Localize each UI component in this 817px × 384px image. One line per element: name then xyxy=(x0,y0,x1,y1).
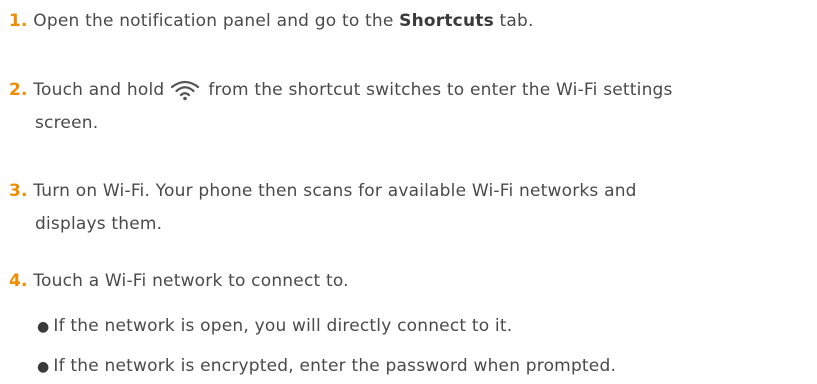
step-number: 2. xyxy=(9,80,28,100)
bullet-icon: ● xyxy=(37,319,50,335)
step-4: 4. Touch a Wi-Fi network to connect to. xyxy=(9,270,349,292)
bullet-item: ● If the network is open, you will direct… xyxy=(37,315,512,338)
step-3-continuation: displays them. xyxy=(35,214,163,234)
step-2-continuation: screen. xyxy=(35,113,99,133)
step-text: Touch a Wi-Fi network to connect to. xyxy=(33,271,349,291)
bullet-item: ● If the network is encrypted, enter the … xyxy=(37,355,616,378)
bullet-icon: ● xyxy=(37,359,50,375)
step-text: from the shortcut switches to enter the … xyxy=(208,80,673,100)
bullet-text: If the network is encrypted, enter the p… xyxy=(53,356,617,376)
wifi-icon xyxy=(171,80,200,101)
step-number: 1. xyxy=(9,11,28,31)
step-2: 2. Touch and hold from the shortcut swit… xyxy=(9,79,673,101)
shortcuts-tab-label: Shortcuts xyxy=(399,11,494,31)
step-3: 3. Turn on Wi-Fi. Your phone then scans … xyxy=(9,180,637,202)
step-number: 3. xyxy=(9,181,28,201)
bullet-text: If the network is open, you will directl… xyxy=(53,316,513,336)
step-text: Touch and hold xyxy=(33,80,165,100)
step-number: 4. xyxy=(9,271,28,291)
step-text: tab. xyxy=(493,11,534,31)
step-1: 1. Open the notification panel and go to… xyxy=(9,10,534,32)
step-text: Open the notification panel and go to th… xyxy=(33,11,400,31)
step-text: Turn on Wi-Fi. Your phone then scans for… xyxy=(33,181,637,201)
